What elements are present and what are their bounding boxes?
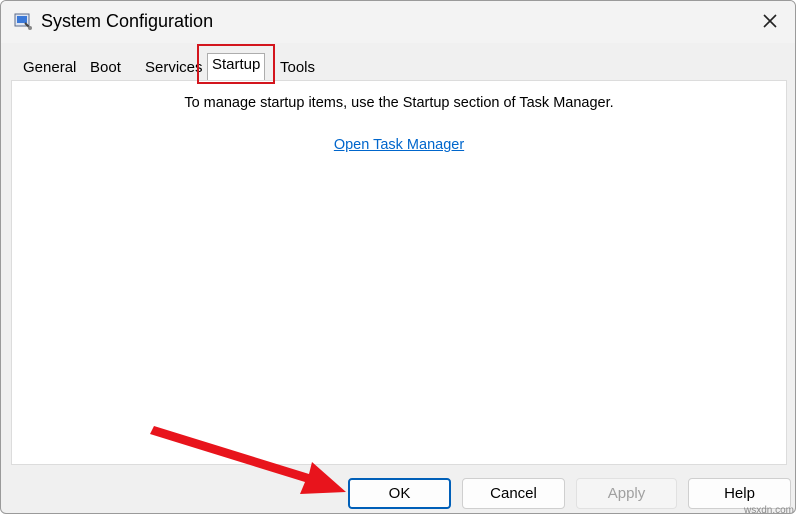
tab-services[interactable]: Services bbox=[141, 57, 207, 79]
window-title: System Configuration bbox=[41, 11, 214, 31]
tab-startup-label: Startup bbox=[212, 56, 261, 73]
tab-general[interactable]: General bbox=[19, 57, 80, 79]
tab-startup[interactable]: Startup bbox=[207, 53, 266, 80]
system-configuration-window: System Configuration General Boot Servic… bbox=[0, 0, 796, 514]
open-task-manager-link[interactable]: Open Task Manager bbox=[334, 137, 464, 153]
tab-tools[interactable]: Tools bbox=[276, 57, 319, 79]
startup-info-text: To manage startup items, use the Startup… bbox=[184, 95, 614, 111]
apply-button[interactable]: Apply bbox=[576, 478, 677, 509]
system-configuration-icon bbox=[14, 13, 32, 30]
watermark: wsxdn.com bbox=[743, 505, 794, 516]
close-button[interactable] bbox=[755, 9, 785, 33]
close-icon bbox=[763, 14, 777, 28]
title-bar: System Configuration bbox=[1, 1, 795, 43]
cancel-button[interactable]: Cancel bbox=[462, 478, 565, 509]
task-manager-link-container: Open Task Manager bbox=[12, 137, 786, 153]
tab-boot[interactable]: Boot bbox=[86, 57, 125, 79]
startup-panel: To manage startup items, use the Startup… bbox=[11, 80, 787, 465]
ok-button[interactable]: OK bbox=[348, 478, 451, 509]
